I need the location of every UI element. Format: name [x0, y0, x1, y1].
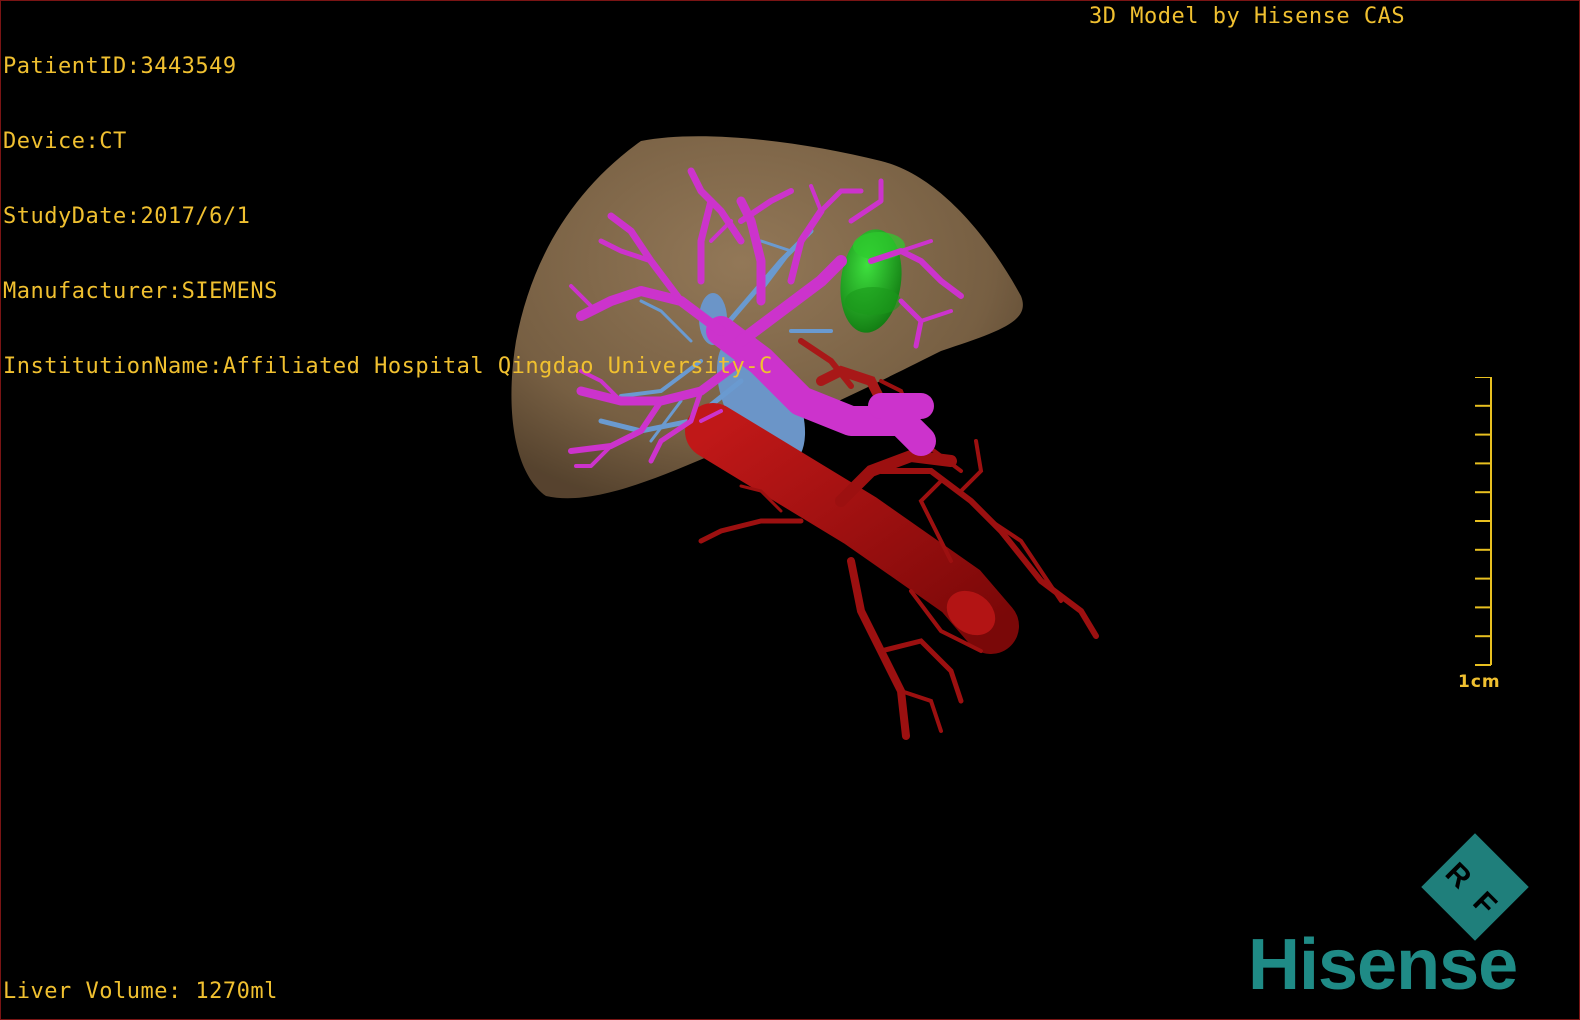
institution-name: InstitutionName:Affiliated Hospital Qing…	[3, 354, 773, 379]
study-info-panel: PatientID:3443549 Device:CT StudyDate:20…	[3, 4, 773, 429]
3d-viewport[interactable]: PatientID:3443549 Device:CT StudyDate:20…	[0, 0, 1580, 1020]
brand-logo: Hisense	[1248, 925, 1518, 1005]
patient-id: PatientID:3443549	[3, 54, 237, 79]
scale-label: 1cm	[1458, 672, 1501, 692]
manufacturer: Manufacturer:SIEMENS	[3, 279, 278, 304]
device: Device:CT	[3, 129, 127, 154]
model-credit: 3D Model by Hisense CAS	[1089, 4, 1406, 29]
liver-volume: Liver Volume: 1270ml	[3, 979, 278, 1004]
study-date: StudyDate:2017/6/1	[3, 204, 251, 229]
scale-bar	[1475, 377, 1492, 666]
